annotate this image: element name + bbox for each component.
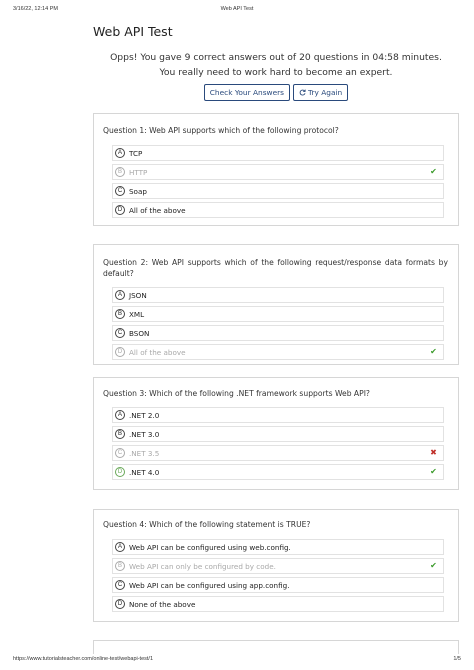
question-card-5 xyxy=(93,640,459,654)
question-text: Question 4: Which of the following state… xyxy=(103,520,311,529)
answer-option-b[interactable]: B .NET 3.0 xyxy=(112,426,444,442)
answer-option-c[interactable]: C Soap xyxy=(112,183,444,199)
option-letter: C xyxy=(115,186,125,196)
option-letter: C xyxy=(115,328,125,338)
option-label: All of the above xyxy=(129,348,186,357)
try-again-button[interactable]: Try Again xyxy=(293,84,349,101)
option-label: All of the above xyxy=(129,206,186,215)
answer-option-c[interactable]: C BSON xyxy=(112,325,444,341)
option-letter: B xyxy=(115,167,125,177)
answer-option-a[interactable]: A .NET 2.0 xyxy=(112,407,444,423)
answer-option-a[interactable]: A Web API can be configured using web.co… xyxy=(112,539,444,555)
option-letter: A xyxy=(115,290,125,300)
option-label: Web API can be configured using app.conf… xyxy=(129,581,290,590)
option-letter: B xyxy=(115,309,125,319)
question-text: Question 3: Which of the following .NET … xyxy=(103,389,370,398)
answer-option-d[interactable]: D All of the above xyxy=(112,202,444,218)
option-letter: A xyxy=(115,410,125,420)
result-summary: Opps! You gave 9 correct answers out of … xyxy=(93,50,459,80)
answer-option-d[interactable]: D All of the above ✔ xyxy=(112,344,444,360)
option-letter: C xyxy=(115,448,125,458)
question-text: Question 1: Web API supports which of th… xyxy=(103,126,339,135)
check-icon: ✔ xyxy=(430,347,437,356)
option-letter: D xyxy=(115,599,125,609)
result-score-text: Opps! You gave 9 correct answers out of … xyxy=(110,52,442,63)
print-url: https://www.tutorialsteacher.com/online-… xyxy=(13,656,154,662)
option-letter: D xyxy=(115,347,125,357)
option-letter: B xyxy=(115,429,125,439)
answer-option-a[interactable]: A JSON xyxy=(112,287,444,303)
option-letter: D xyxy=(115,467,125,477)
option-label: .NET 3.5 xyxy=(129,449,160,458)
cross-icon: ✖ xyxy=(430,448,437,457)
option-letter: B xyxy=(115,561,125,571)
page-title: Web API Test xyxy=(93,24,173,39)
try-again-label: Try Again xyxy=(308,88,343,97)
refresh-icon xyxy=(299,85,306,100)
check-icon: ✔ xyxy=(430,467,437,476)
option-label: Soap xyxy=(129,187,147,196)
option-label: Web API can be configured using web.conf… xyxy=(129,543,291,552)
answer-option-a[interactable]: A TCP xyxy=(112,145,444,161)
option-letter: D xyxy=(115,205,125,215)
print-page-number: 1/5 xyxy=(453,656,461,662)
answer-option-d[interactable]: D .NET 4.0 ✔ xyxy=(112,464,444,480)
option-letter: C xyxy=(115,580,125,590)
answer-option-b[interactable]: B Web API can only be configured by code… xyxy=(112,558,444,574)
result-advice-text: You really need to work hard to become a… xyxy=(159,67,393,78)
answer-option-c[interactable]: C Web API can be configured using app.co… xyxy=(112,577,444,593)
check-icon: ✔ xyxy=(430,167,437,176)
result-actions: Check Your Answers Try Again xyxy=(93,84,459,103)
answer-option-d[interactable]: D None of the above xyxy=(112,596,444,612)
option-label: .NET 4.0 xyxy=(129,468,160,477)
question-card-4: Question 4: Which of the following state… xyxy=(93,509,459,622)
check-answers-button[interactable]: Check Your Answers xyxy=(203,84,291,101)
print-doc-title: Web API Test xyxy=(220,6,254,12)
option-label: BSON xyxy=(129,329,150,338)
check-icon: ✔ xyxy=(430,561,437,570)
option-label: None of the above xyxy=(129,600,196,609)
check-answers-label: Check Your Answers xyxy=(209,88,285,97)
option-letter: A xyxy=(115,148,125,158)
option-label: .NET 3.0 xyxy=(129,430,160,439)
question-card-1: Question 1: Web API supports which of th… xyxy=(93,113,459,226)
option-label: XML xyxy=(129,310,145,319)
print-header: 3/16/22, 12:14 PM Web API Test xyxy=(13,6,461,16)
option-label: .NET 2.0 xyxy=(129,411,160,420)
answer-option-b[interactable]: B HTTP ✔ xyxy=(112,164,444,180)
option-label: HTTP xyxy=(129,168,148,177)
question-card-2: Question 2: Web API supports which of th… xyxy=(93,244,459,365)
option-label: JSON xyxy=(129,291,147,300)
print-footer: https://www.tutorialsteacher.com/online-… xyxy=(13,656,461,666)
answer-option-c[interactable]: C .NET 3.5 ✖ xyxy=(112,445,444,461)
question-text: Question 2: Web API supports which of th… xyxy=(103,258,448,278)
option-letter: A xyxy=(115,542,125,552)
option-label: Web API can only be configured by code. xyxy=(129,562,276,571)
question-card-3: Question 3: Which of the following .NET … xyxy=(93,377,459,490)
answer-option-b[interactable]: B XML xyxy=(112,306,444,322)
option-label: TCP xyxy=(129,149,143,158)
